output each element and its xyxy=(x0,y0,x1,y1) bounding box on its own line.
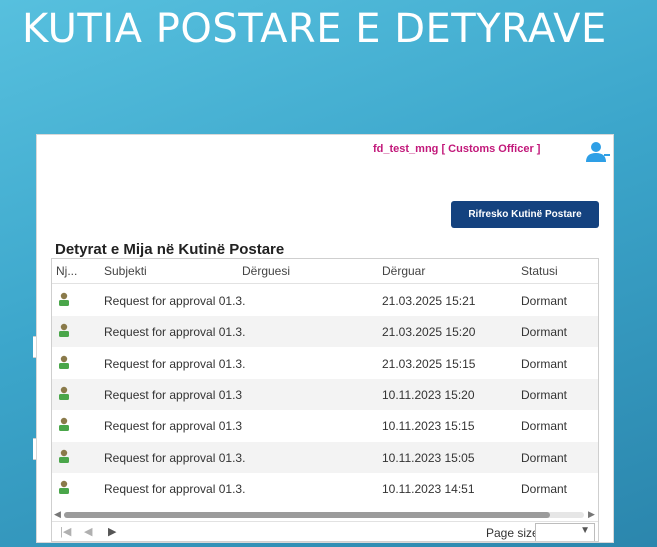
cell-sent: 10.11.2023 15:15 xyxy=(382,419,475,434)
cell-sent: 21.03.2025 15:20 xyxy=(382,325,476,340)
task-user-icon xyxy=(59,355,69,369)
cell-status: Dormant xyxy=(521,387,568,402)
table-row[interactable]: Request for approval 01.3 10.11.2023 15:1… xyxy=(52,410,598,441)
next-page-icon[interactable]: ▶ xyxy=(108,525,116,538)
cell-sent: 21.03.2025 15:21 xyxy=(382,294,476,308)
table-row[interactable]: Request for approval 01.3. 10.11.2023 14:… xyxy=(52,473,598,504)
grid-header: Nj... Subjekti Dërguesi Dërguar Statusi xyxy=(52,259,598,284)
task-user-icon xyxy=(59,324,69,338)
first-page-icon[interactable]: |◀ xyxy=(60,525,71,538)
scroll-right-arrow-icon[interactable]: ▶ xyxy=(588,509,595,520)
task-user-icon xyxy=(59,292,69,306)
table-row[interactable]: Request for approval 01.3 10.11.2023 15:2… xyxy=(52,378,598,410)
horizontal-scrollbar[interactable]: ◀ ▶ xyxy=(52,509,598,520)
task-grid: Nj... Subjekti Dërguesi Dërguar Statusi … xyxy=(51,258,599,542)
column-header-sender[interactable]: Dërguesi xyxy=(242,264,290,278)
cell-status: Dormant xyxy=(521,450,568,465)
cell-subject: Request for approval 01.3. xyxy=(104,325,246,340)
scroll-left-arrow-icon[interactable]: ◀ xyxy=(54,509,61,520)
pager: |◀ ◀ ▶ Page size ▼ xyxy=(52,521,598,541)
mailbox-panel: fd_test_mng [ Customs Officer ] Rifresko… xyxy=(36,134,614,543)
cell-sent: 21.03.2025 15:15 xyxy=(382,356,476,371)
grid-title: Detyrat e Mija në Kutinë Postare xyxy=(55,241,285,258)
table-row[interactable]: Request for approval 01.3. 21.03.2025 15:… xyxy=(52,285,598,316)
table-row[interactable]: Request for approval 01.3. 21.03.2025 15:… xyxy=(52,348,598,379)
cell-sent: 10.11.2023 15:20 xyxy=(382,387,475,402)
table-row[interactable]: Request for approval 01.3. 21.03.2025 15:… xyxy=(52,316,598,348)
cell-status: Dormant xyxy=(521,325,568,340)
page-size-label: Page size xyxy=(486,526,539,540)
cell-subject: Request for approval 01.3. xyxy=(104,450,246,465)
cell-status: Dormant xyxy=(521,481,568,496)
cell-status: Dormant xyxy=(521,294,568,308)
cell-sent: 10.11.2023 14:51 xyxy=(382,481,475,496)
task-user-icon xyxy=(59,386,69,400)
cell-subject: Request for approval 01.3. xyxy=(104,356,246,371)
previous-page-icon[interactable]: ◀ xyxy=(84,525,92,538)
column-header-sent[interactable]: Dërguar xyxy=(382,264,425,278)
slide-title: KUTIA POSTARE E DETYRAVE xyxy=(22,6,607,52)
user-info: fd_test_mng [ Customs Officer ] xyxy=(373,143,541,155)
cell-status: Dormant xyxy=(521,419,568,434)
cell-subject: Request for approval 01.3. xyxy=(104,294,246,308)
user-icon[interactable] xyxy=(585,141,611,163)
column-header-status[interactable]: Statusi xyxy=(521,264,558,278)
cell-sent: 10.11.2023 15:05 xyxy=(382,450,475,465)
column-header-type[interactable]: Nj... xyxy=(56,264,77,278)
page-size-select[interactable]: ▼ xyxy=(535,523,595,541)
cell-status: Dormant xyxy=(521,356,568,371)
task-user-icon xyxy=(59,417,69,432)
table-row[interactable]: Request for approval 01.3. 10.11.2023 15:… xyxy=(52,441,598,473)
cell-subject: Request for approval 01.3 xyxy=(104,387,243,402)
column-header-subject[interactable]: Subjekti xyxy=(104,264,147,278)
chevron-down-icon: ▼ xyxy=(580,525,590,536)
scrollbar-thumb[interactable] xyxy=(64,512,550,518)
refresh-mailbox-button[interactable]: Rifresko Kutinë Postare xyxy=(451,201,599,228)
task-user-icon xyxy=(59,480,69,494)
task-user-icon xyxy=(59,449,69,463)
cell-subject: Request for approval 01.3. xyxy=(104,481,246,496)
cell-subject: Request for approval 01.3 xyxy=(104,419,243,434)
